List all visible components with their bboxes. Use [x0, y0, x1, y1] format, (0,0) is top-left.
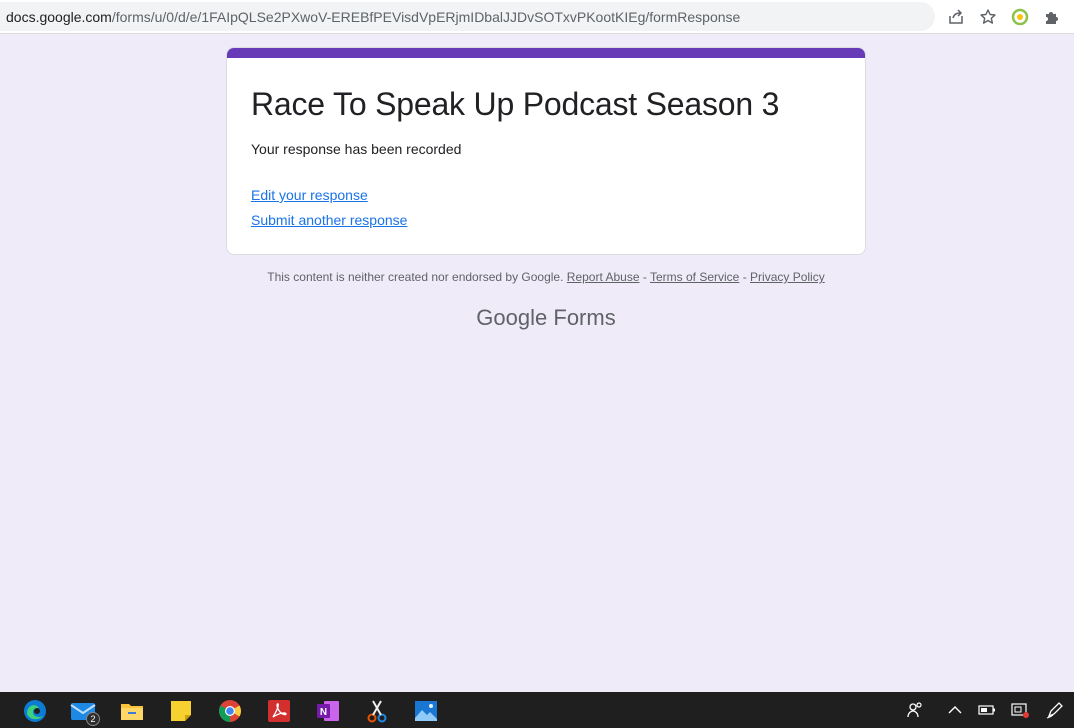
- pen-icon[interactable]: [1043, 698, 1067, 722]
- terms-link[interactable]: Terms of Service: [650, 270, 739, 284]
- separator: -: [642, 270, 647, 284]
- url-path: /forms/u/0/d/e/1FAIpQLSe2PXwoV-EREBfPEVi…: [111, 8, 741, 25]
- report-abuse-link[interactable]: Report Abuse: [567, 270, 640, 284]
- url-field[interactable]: docs.google.com/forms/u/0/d/e/1FAIpQLSe2…: [0, 2, 935, 31]
- chrome-icon[interactable]: [215, 696, 245, 726]
- onenote-icon[interactable]: N: [313, 696, 343, 726]
- browser-toolbar: docs.google.com/forms/u/0/d/e/1FAIpQLSe2…: [0, 0, 1074, 34]
- photos-icon[interactable]: [411, 696, 441, 726]
- mail-badge: 2: [86, 712, 100, 726]
- extension-circle-icon[interactable]: [1004, 1, 1036, 33]
- svg-text:N: N: [320, 707, 327, 718]
- brand-forms: Forms: [553, 305, 616, 330]
- edge-icon[interactable]: [20, 696, 50, 726]
- card-accent-bar: [227, 48, 865, 58]
- snipping-tool-icon[interactable]: [362, 696, 392, 726]
- taskbar: 2 N: [0, 692, 1074, 728]
- file-explorer-icon[interactable]: [117, 696, 147, 726]
- footer-disclaimer: This content is neither created nor endo…: [226, 270, 866, 284]
- chevron-up-icon[interactable]: [943, 698, 967, 722]
- separator: -: [742, 270, 747, 284]
- url-host: docs.google.com: [6, 8, 112, 25]
- privacy-link[interactable]: Privacy Policy: [750, 270, 825, 284]
- people-icon[interactable]: [903, 698, 927, 722]
- disclaimer-text: This content is neither created nor endo…: [267, 270, 564, 284]
- edit-response-link[interactable]: Edit your response: [251, 187, 368, 203]
- action-center-icon[interactable]: [1008, 698, 1032, 722]
- star-icon[interactable]: [972, 1, 1004, 33]
- form-card: Race To Speak Up Podcast Season 3 Your r…: [226, 47, 866, 255]
- battery-icon[interactable]: [975, 698, 999, 722]
- google-forms-logo[interactable]: Google Forms: [226, 305, 866, 331]
- sticky-notes-icon[interactable]: [166, 696, 196, 726]
- submit-another-link[interactable]: Submit another response: [251, 212, 407, 228]
- confirmation-message: Your response has been recorded: [251, 141, 462, 157]
- brand-google: Google: [476, 305, 548, 330]
- mail-icon[interactable]: 2: [68, 696, 100, 726]
- puzzle-extensions-icon[interactable]: [1036, 1, 1068, 33]
- acrobat-icon[interactable]: [264, 696, 294, 726]
- form-title: Race To Speak Up Podcast Season 3: [251, 86, 780, 122]
- url-actions: [940, 0, 1068, 34]
- share-icon[interactable]: [940, 1, 972, 33]
